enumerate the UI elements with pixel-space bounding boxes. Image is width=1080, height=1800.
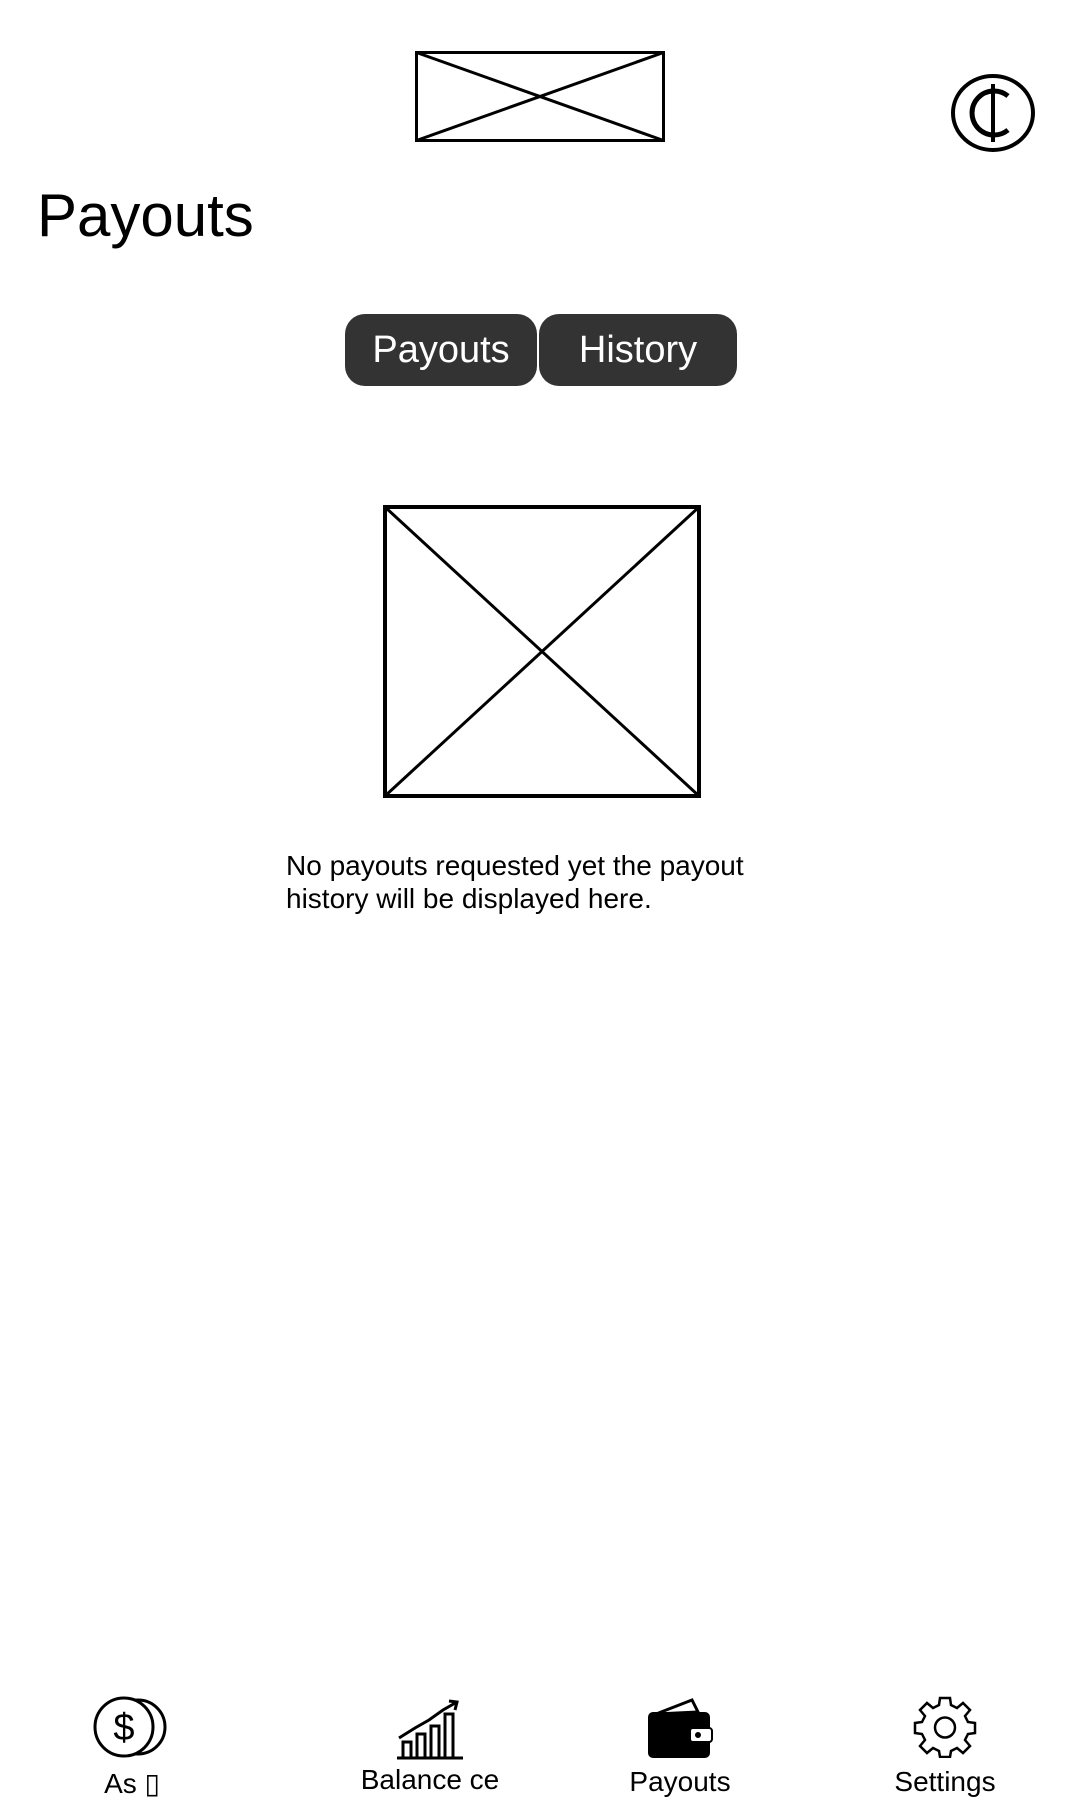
empty-state-image-placeholder xyxy=(383,505,701,798)
bottom-navigation: $ As ▯ Balance ce Payouts Settings xyxy=(0,1680,1080,1800)
nav-item-balance[interactable]: Balance ce xyxy=(330,1680,530,1800)
nav-item-assets[interactable]: $ As ▯ xyxy=(62,1680,202,1800)
coins-dollar-icon: $ xyxy=(90,1696,174,1763)
svg-text:$: $ xyxy=(113,1707,134,1749)
growth-chart-icon xyxy=(395,1698,465,1765)
empty-state-message: No payouts requested yet the payout hist… xyxy=(286,850,744,914)
nav-label-balance: Balance ce xyxy=(360,1764,500,1795)
wallet-icon xyxy=(646,1698,714,1765)
tab-payouts[interactable]: Payouts xyxy=(345,314,537,386)
nav-item-payouts[interactable]: Payouts xyxy=(600,1680,760,1800)
nav-label-settings: Settings xyxy=(894,1766,996,1797)
logo-placeholder-image xyxy=(415,51,665,142)
nav-label-payouts: Payouts xyxy=(629,1766,731,1797)
cedi-icon[interactable] xyxy=(950,72,1036,154)
page-title: Payouts xyxy=(37,182,254,249)
gear-icon xyxy=(911,1694,979,1763)
nav-label-assets: As ▯ xyxy=(104,1768,160,1799)
tab-history[interactable]: History xyxy=(539,314,737,386)
nav-item-settings[interactable]: Settings xyxy=(870,1680,1020,1800)
payouts-tab-bar: Payouts History xyxy=(345,314,737,386)
